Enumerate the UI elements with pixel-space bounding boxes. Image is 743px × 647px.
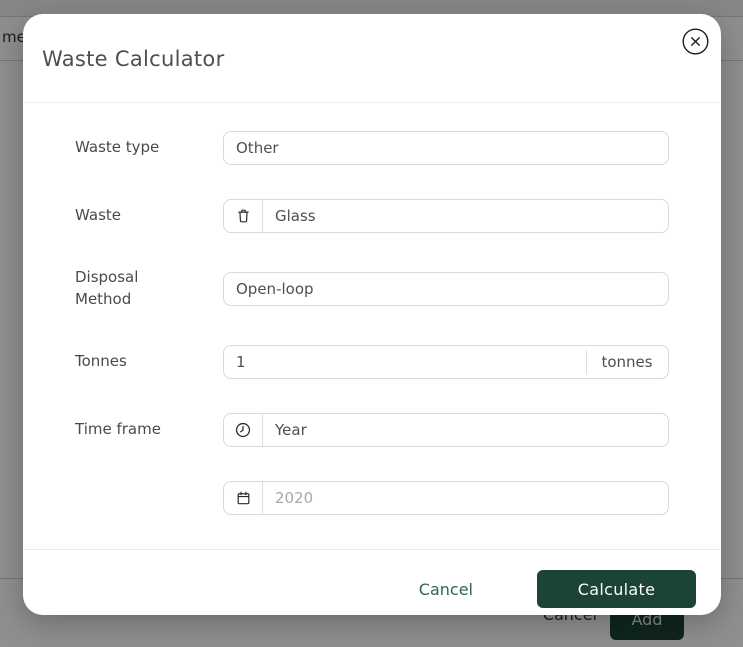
year-input[interactable] <box>263 481 668 514</box>
disposal-method-control <box>223 271 669 306</box>
tonnes-unit-suffix: tonnes <box>586 346 668 378</box>
time-frame-label: Time frame <box>75 419 161 438</box>
cancel-button[interactable]: Cancel <box>419 580 473 599</box>
disposal-method-input[interactable] <box>224 272 668 305</box>
field-row-tonnes: Tonnes tonnes <box>75 344 669 379</box>
field-row-disposal-method: Disposal Method <box>75 267 669 311</box>
close-button[interactable] <box>682 28 709 55</box>
field-row-year <box>75 480 669 515</box>
tonnes-input[interactable] <box>224 345 586 378</box>
dialog-footer: Cancel Calculate <box>23 548 721 635</box>
tonnes-label: Tonnes <box>75 351 127 370</box>
dialog-header: Waste Calculator <box>23 14 721 103</box>
trash-icon <box>224 200 263 232</box>
waste-label: Waste <box>75 206 121 225</box>
field-row-waste-type: Waste type <box>75 131 669 165</box>
calculate-button[interactable]: Calculate <box>537 570 696 608</box>
time-frame-control <box>223 412 669 447</box>
field-row-time-frame: Time frame <box>75 412 669 447</box>
tonnes-control: tonnes <box>223 344 669 379</box>
dialog-title: Waste Calculator <box>42 47 225 71</box>
time-frame-input[interactable] <box>263 413 668 446</box>
dialog-body: Waste type Waste <box>23 103 721 549</box>
waste-type-label: Waste type <box>75 138 160 157</box>
clock-icon <box>224 413 263 446</box>
field-row-waste: Waste <box>75 199 669 233</box>
waste-input[interactable] <box>263 200 668 232</box>
waste-type-control <box>223 131 669 165</box>
screen: me Cancel Add Waste Calculator Waste typ… <box>0 0 743 647</box>
close-icon <box>682 28 709 55</box>
waste-control <box>223 199 669 233</box>
year-control <box>223 480 669 515</box>
waste-calculator-dialog: Waste Calculator Waste type Waste <box>23 14 721 615</box>
waste-type-input[interactable] <box>224 132 668 164</box>
calendar-icon <box>224 481 263 514</box>
disposal-method-label: Disposal Method <box>75 268 139 308</box>
